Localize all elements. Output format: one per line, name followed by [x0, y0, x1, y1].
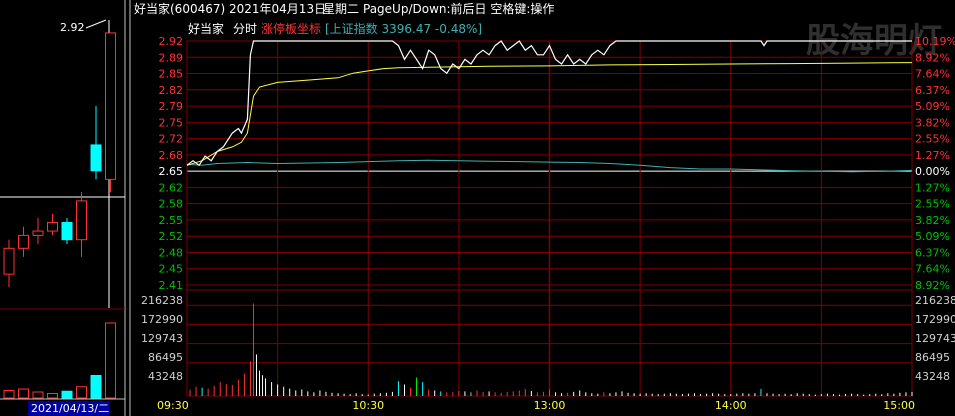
- volume-tick-label: 216238: [141, 294, 183, 307]
- left-kline-panel[interactable]: 2.92 2021/04/13/二: [0, 0, 126, 416]
- volume-bars: [189, 303, 913, 396]
- percent-tick-label: 6.37%: [915, 246, 950, 259]
- volume-tick-label-right: 43248: [915, 370, 950, 383]
- kline-volume-bar: [3, 390, 15, 399]
- percent-tick-label: 8.92%: [915, 51, 950, 64]
- tab-index-overlay[interactable]: [上证指数 3396.47 -0.48%]: [325, 21, 482, 36]
- kline-candles: [3, 32, 116, 288]
- price-tick-label: 2.58: [159, 198, 184, 211]
- volume-axis-left: 216238 172990 129743 86495 43248: [141, 294, 183, 383]
- chart-tabs[interactable]: 好当家 分时 涨停板坐标 [上证指数 3396.47 -0.48%]: [188, 21, 482, 36]
- date-text: 2021年04月13日: [229, 2, 326, 16]
- kline-volume-bar: [90, 375, 102, 399]
- price-tick-label: 2.55: [159, 214, 184, 227]
- time-tick-label: 15:00: [883, 399, 915, 412]
- volume-tick-label: 172990: [141, 313, 183, 326]
- time-axis: 09:30 10:30 13:00 14:00 15:00: [157, 399, 915, 412]
- price-tick-label: 2.72: [159, 133, 184, 146]
- kline-body: [61, 221, 73, 241]
- stock-label: 好当家(600467): [134, 1, 225, 16]
- volume-tick-label-right: 216238: [915, 294, 955, 307]
- price-tick-label: 2.82: [159, 84, 184, 97]
- percent-tick-label: 7.64%: [915, 263, 950, 276]
- percent-tick-label: 2.55%: [915, 133, 950, 146]
- price-marker-arrow: [85, 19, 107, 29]
- kline-body: [32, 230, 44, 236]
- price-tick-label: 2.41: [159, 279, 184, 292]
- volume-tick-label: 43248: [148, 370, 183, 383]
- weekday-text: 星期二: [323, 2, 359, 16]
- time-tick-label: 09:30: [157, 399, 189, 412]
- percent-tick-label: 6.37%: [915, 84, 950, 97]
- percent-tick-label: 10.19%: [915, 35, 955, 48]
- keyboard-hint: PageUp/Down:前后日 空格键:操作: [363, 1, 554, 16]
- price-tick-label: 2.79: [159, 100, 184, 113]
- price-tick-label: 2.65: [159, 165, 184, 178]
- kline-volume-bar: [18, 388, 29, 399]
- price-tick-label: 2.45: [159, 263, 184, 276]
- kline-body: [76, 200, 87, 241]
- percent-tick-label: 0.00%: [915, 165, 950, 178]
- kline-body: [18, 234, 29, 249]
- intraday-chart-window: 2.92 2021/04/13/二 好当家(600467) 2021年04月13…: [0, 0, 955, 416]
- volume-tick-label: 86495: [148, 351, 183, 364]
- kline-body: [105, 32, 116, 180]
- price-tick-label: 2.68: [159, 149, 184, 162]
- percent-axis-right: 10.19% 8.92% 7.64% 6.37% 5.09% 3.82% 2.55% 1.27…: [915, 35, 955, 292]
- price-tick-label: 2.48: [159, 246, 184, 259]
- volume-tick-label-right: 86495: [915, 351, 950, 364]
- date-label: 2021/04/13/二: [31, 402, 109, 415]
- percent-tick-label: 2.55%: [915, 198, 950, 211]
- kline-body: [47, 221, 58, 232]
- price-tick-label: 2.92: [159, 35, 184, 48]
- volume-tick-label-right: 172990: [915, 313, 955, 326]
- price-tick-label: 2.52: [159, 230, 184, 243]
- kline-volume-bar: [61, 390, 73, 399]
- kline-volume-bar: [32, 391, 44, 399]
- percent-tick-label: 8.92%: [915, 279, 950, 292]
- time-tick-label: 13:00: [534, 399, 566, 412]
- percent-tick-label: 1.27%: [915, 181, 950, 194]
- time-tick-label: 14:00: [715, 399, 747, 412]
- tab-stock-name[interactable]: 好当家: [188, 21, 224, 36]
- time-tick-label: 10:30: [352, 399, 384, 412]
- price-marker: 2.92: [60, 21, 85, 34]
- kline-body: [90, 144, 102, 172]
- price-tick-label: 2.89: [159, 51, 184, 64]
- volume-axis-right: 216238 172990 129743 86495 43248: [915, 294, 955, 383]
- kline-volume-bars: [3, 322, 116, 399]
- percent-tick-label: 1.27%: [915, 149, 950, 162]
- percent-tick-label: 7.64%: [915, 68, 950, 81]
- percent-tick-label: 5.09%: [915, 230, 950, 243]
- volume-tick-label: 129743: [141, 332, 183, 345]
- price-axis-left: 2.92 2.89 2.85 2.82 2.79 2.75 2.72 2.68 2.65 2.62…: [159, 35, 184, 292]
- price-tick-label: 2.62: [159, 181, 184, 194]
- kline-volume-bar: [105, 322, 116, 399]
- price-grid: [129, 0, 913, 416]
- volume-tick-label-right: 129743: [915, 332, 955, 345]
- tab-limit-coords[interactable]: 涨停板坐标: [261, 21, 321, 36]
- price-tick-label: 2.85: [159, 68, 184, 81]
- header-bar: 好当家(600467) 2021年04月13日 星期二 PageUp/Down:…: [134, 1, 554, 16]
- tab-timeshare[interactable]: 分时: [233, 22, 257, 36]
- percent-tick-label: 3.82%: [915, 116, 950, 129]
- kline-body: [3, 247, 15, 275]
- kline-volume-bar: [76, 386, 87, 399]
- kline-volume-bar: [47, 393, 58, 399]
- price-tick-label: 2.75: [159, 116, 184, 129]
- percent-tick-label: 5.09%: [915, 100, 950, 113]
- percent-tick-label: 3.82%: [915, 214, 950, 227]
